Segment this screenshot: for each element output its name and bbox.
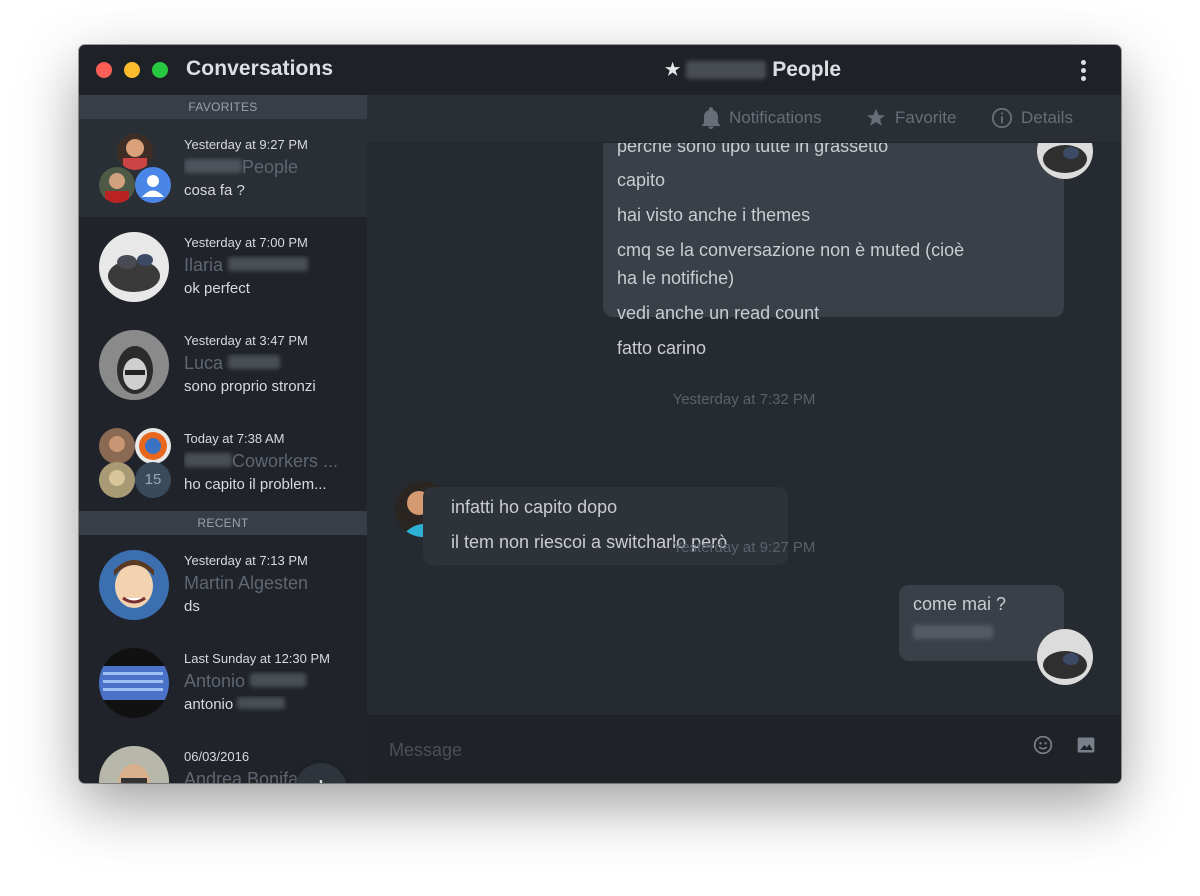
conversation-time: Today at 7:38 AM [184, 431, 285, 446]
conversation-name: People [184, 157, 354, 182]
chat-panel: Notifications Favorite Details perche so… [367, 95, 1121, 783]
conversation-name: Luca [184, 353, 354, 378]
message-timestamp: Yesterday at 7:32 PM [672, 391, 816, 408]
message-text: vedi anche un read count [617, 303, 820, 323]
message-text: hai visto anche i themes [617, 205, 811, 225]
details-button[interactable]: Details [991, 107, 1073, 129]
message-text: ha le notifiche) [617, 268, 735, 288]
message-text: fatto carino [617, 338, 707, 358]
conversation-preview: ok perfect [184, 280, 250, 297]
conversation-item-luca[interactable]: Yesterday at 3:47 PM Luca sono proprio s… [79, 315, 367, 413]
conversation-item-ilaria[interactable]: Yesterday at 7:00 PM Ilaria ok perfect [79, 217, 367, 315]
avatar [99, 330, 169, 400]
message-text: perche sono tipo tutte in grassetto [617, 143, 889, 156]
message-bubble-outgoing: perche sono tipo tutte in grassetto capi… [603, 143, 1064, 358]
avatar [99, 746, 169, 783]
info-icon [991, 107, 1013, 129]
avatar [99, 167, 135, 203]
conversation-time: Yesterday at 3:47 PM [184, 333, 308, 348]
message-text: capito [617, 170, 666, 190]
avatar [117, 134, 153, 170]
conversation-item-martin[interactable]: Yesterday at 7:13 PM Martin Algesten ds [79, 535, 367, 633]
message-list: perche sono tipo tutte in grassetto capi… [367, 143, 1121, 715]
notifications-label: Notifications [729, 108, 822, 127]
conversation-sidebar: FAVORITES Yesterday at 9:27 PM People co… [79, 95, 367, 783]
star-icon: ★ [665, 60, 681, 79]
bell-icon [702, 107, 720, 129]
title-bar: Conversations ★ People [79, 45, 1121, 95]
details-label: Details [1021, 108, 1073, 127]
chat-toolbar: Notifications Favorite Details [367, 95, 1121, 143]
minimize-window-button[interactable] [124, 62, 140, 78]
conversation-title: ★ People [665, 58, 841, 82]
conversation-name: Ilaria [184, 255, 354, 280]
conversation-preview: sono proprio stronzi [184, 378, 316, 395]
message-input[interactable] [389, 735, 949, 765]
conversation-time: Yesterday at 9:27 PM [184, 137, 308, 152]
avatar [99, 462, 135, 498]
conversation-preview: ds [184, 598, 200, 615]
firefox-icon [135, 428, 171, 464]
conversation-item-people[interactable]: Yesterday at 9:27 PM People cosa fa ? [79, 119, 367, 217]
default-person-icon [135, 167, 171, 203]
conversation-preview: antonio [184, 696, 354, 713]
member-count-badge: 15 [135, 462, 171, 498]
conversation-name: Coworkers ... [184, 451, 354, 476]
favorite-label: Favorite [895, 108, 957, 127]
conversation-name: Antonio [184, 671, 354, 696]
redacted-name [686, 61, 767, 79]
avatar [99, 428, 135, 464]
image-attach-icon[interactable] [1076, 735, 1096, 755]
conversation-item-antonio[interactable]: Last Sunday at 12:30 PM Antonio antonio [79, 633, 367, 731]
message-timestamp: Yesterday at 9:27 PM [672, 539, 816, 556]
message-text: come mai ? [913, 594, 1007, 614]
conversation-time: Yesterday at 7:13 PM [184, 553, 308, 568]
avatar [99, 550, 169, 620]
conversation-name: Martin Algesten [184, 573, 309, 593]
group-avatar [99, 134, 171, 204]
app-title: Conversations [186, 57, 334, 80]
avatar [1037, 629, 1093, 685]
avatar [99, 232, 169, 302]
conversation-time: Last Sunday at 12:30 PM [184, 651, 330, 666]
recent-header: RECENT [79, 511, 367, 535]
favorites-header: FAVORITES [79, 95, 367, 119]
conversation-item-coworkers[interactable]: 15 Today at 7:38 AM Coworkers ... ho cap… [79, 413, 367, 511]
message-text: infatti ho capito dopo [451, 497, 618, 517]
close-window-button[interactable] [96, 62, 112, 78]
star-icon [866, 108, 886, 126]
conversation-preview: ho capito il problem... [184, 476, 327, 493]
conversation-time: Yesterday at 7:00 PM [184, 235, 308, 250]
conversation-title-text: People [772, 58, 842, 81]
message-composer [367, 715, 1121, 783]
zoom-window-button[interactable] [152, 62, 168, 78]
message-text: cmq se la conversazione non è muted (cio… [617, 240, 965, 260]
avatar [99, 648, 169, 718]
conversation-preview: cosa fa ? [184, 182, 245, 199]
notifications-button[interactable]: Notifications [701, 107, 822, 129]
redacted-text [899, 617, 1064, 644]
favorite-button[interactable]: Favorite [865, 107, 956, 129]
app-window: Conversations ★ People FAVORITES Yesterd… [79, 45, 1121, 783]
more-options-icon[interactable] [1079, 59, 1087, 83]
emoji-icon[interactable] [1033, 735, 1053, 755]
